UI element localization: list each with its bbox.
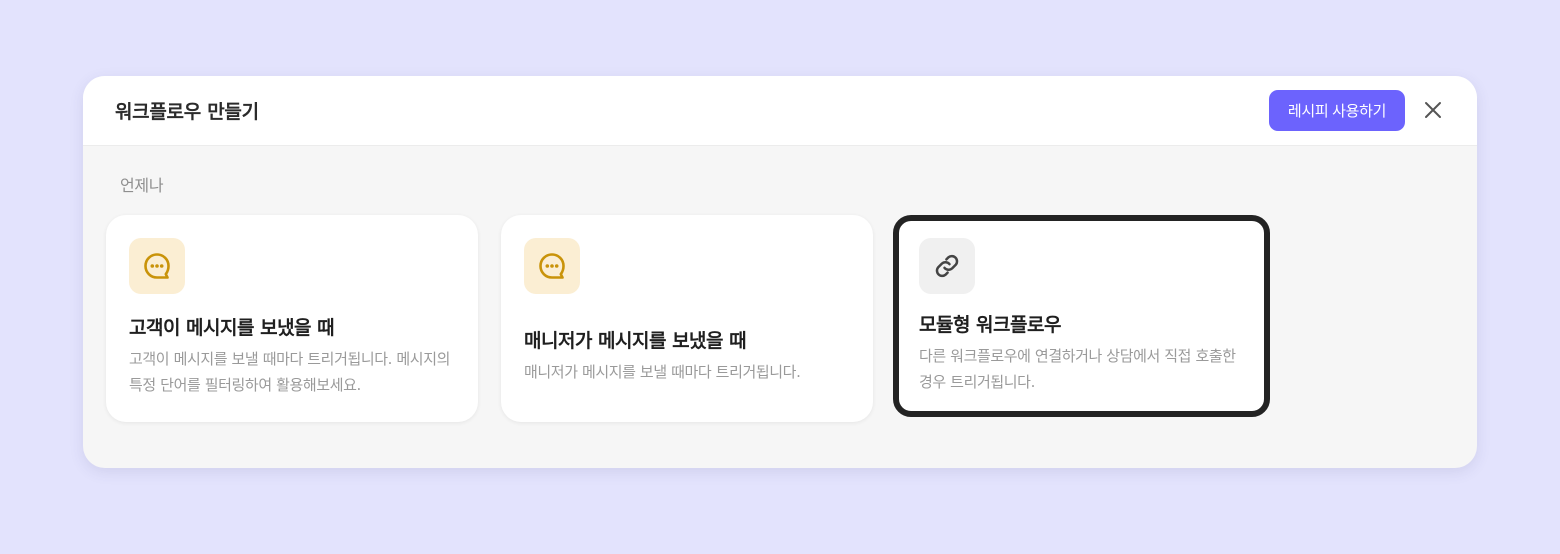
close-icon bbox=[1425, 102, 1441, 118]
trigger-card-manager-message[interactable]: 매니저가 메시지를 보냈을 때 매니저가 메시지를 보낼 때마다 트리거됩니다. bbox=[501, 215, 873, 422]
card-title: 모듈형 워크플로우 bbox=[919, 314, 1061, 336]
link-icon bbox=[919, 238, 975, 294]
card-title: 고객이 메시지를 보냈을 때 bbox=[129, 317, 335, 339]
section-label: 언제나 bbox=[120, 176, 164, 195]
create-workflow-modal: 워크플로우 만들기 레시피 사용하기 언제나 고객이 메시지를 보냈을 때 고객… bbox=[83, 76, 1477, 468]
modal-title: 워크플로우 만들기 bbox=[115, 101, 259, 123]
close-button[interactable] bbox=[1419, 96, 1447, 124]
card-description: 다른 워크플로우에 연결하거나 상담에서 직접 호출한 경우 트리거됩니다. bbox=[919, 347, 1236, 391]
use-recipe-button[interactable]: 레시피 사용하기 bbox=[1269, 90, 1405, 131]
card-description: 매니저가 메시지를 보낼 때마다 트리거됩니다. bbox=[524, 363, 801, 381]
chat-bubble-icon bbox=[129, 238, 185, 294]
trigger-card-modular-workflow[interactable]: 모듈형 워크플로우 다른 워크플로우에 연결하거나 상담에서 직접 호출한 경우… bbox=[893, 215, 1270, 417]
chat-bubble-icon bbox=[524, 238, 580, 294]
modal-header: 워크플로우 만들기 레시피 사용하기 bbox=[83, 76, 1477, 146]
card-title: 매니저가 메시지를 보냈을 때 bbox=[524, 330, 747, 352]
trigger-card-customer-message[interactable]: 고객이 메시지를 보냈을 때 고객이 메시지를 보낼 때마다 트리거됩니다. 메… bbox=[106, 215, 478, 422]
card-description: 고객이 메시지를 보낼 때마다 트리거됩니다. 메시지의 특정 단어를 필터링하… bbox=[129, 350, 451, 394]
